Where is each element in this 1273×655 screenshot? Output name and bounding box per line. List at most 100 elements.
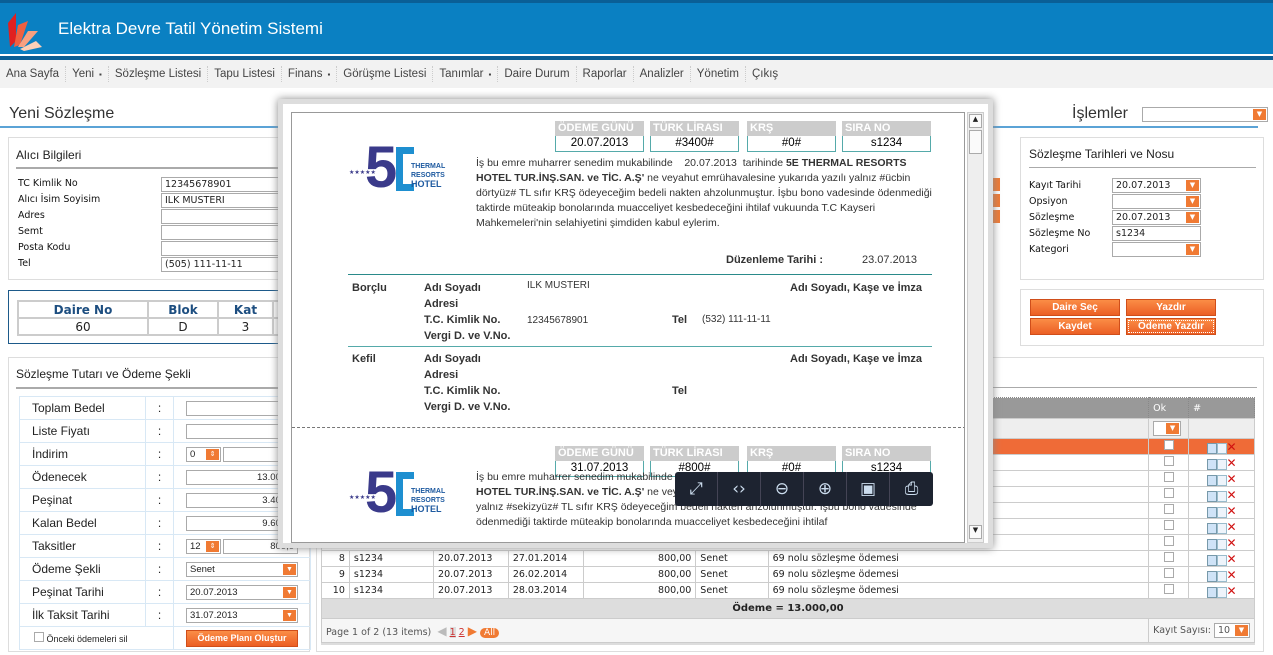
show-all-button[interactable]: All [480, 627, 500, 638]
spinner-icon[interactable]: ⇕ [206, 540, 219, 552]
menu-analizler[interactable]: Analizler [634, 66, 691, 82]
dates-field-input[interactable]: ▼ [1112, 242, 1201, 257]
zoom-in-icon[interactable]: ⊕ [804, 472, 847, 506]
ok-header[interactable]: Ok [1148, 397, 1190, 419]
document-icon[interactable] [1216, 570, 1227, 582]
ok-checkbox[interactable] [1163, 520, 1174, 530]
chevron-down-icon[interactable]: ▼ [1235, 625, 1248, 636]
select-input[interactable]: Senet ▼ [186, 561, 298, 577]
edit-icon[interactable] [1206, 506, 1217, 518]
menu-yonetim[interactable]: Yönetim [691, 66, 746, 82]
ok-checkbox[interactable] [1163, 440, 1174, 450]
edit-icon[interactable] [1206, 554, 1217, 566]
print-payment-button[interactable]: Ödeme Yazdır [1126, 318, 1216, 335]
dropdown-button[interactable] [993, 178, 1000, 191]
ok-checkbox[interactable] [1163, 504, 1174, 514]
select-unit-button[interactable]: Daire Seç [1030, 299, 1120, 316]
delete-icon[interactable]: ✕ [1227, 584, 1237, 598]
menu-tapu-listesi[interactable]: Tapu Listesi [208, 66, 282, 82]
print-button[interactable]: Yazdır [1126, 299, 1216, 316]
ok-checkbox[interactable] [1163, 552, 1174, 562]
edit-icon[interactable] [1206, 458, 1217, 470]
edit-icon[interactable] [1206, 586, 1217, 598]
document-icon[interactable] [1216, 554, 1227, 566]
ok-checkbox[interactable] [1163, 472, 1174, 482]
dropdown-button[interactable] [993, 194, 1000, 207]
menu-sozlesme-listesi[interactable]: Sözleşme Listesi [109, 66, 209, 82]
edit-icon[interactable] [1206, 538, 1217, 550]
ok-checkbox[interactable] [1163, 456, 1174, 466]
chevron-down-icon[interactable]: ▼ [283, 563, 296, 575]
chevron-down-icon[interactable]: ▼ [1186, 212, 1199, 223]
dates-field-input[interactable]: 20.07.2013 ▼ [1112, 178, 1201, 193]
spinner-icon[interactable]: ⇕ [206, 448, 219, 460]
save-button[interactable]: Kaydet [1030, 318, 1120, 335]
table-row[interactable]: 8 s1234 20.07.2013 27.01.2014 800,00 Senet 69 … [321, 550, 1255, 567]
menu-gorusme-listesi[interactable]: Görüşme Listesi [337, 66, 434, 82]
menu-daire-durum[interactable]: Daire Durum [498, 66, 577, 82]
document-icon[interactable] [1216, 474, 1227, 486]
ok-checkbox[interactable] [1163, 488, 1174, 498]
delete-icon[interactable]: ✕ [1227, 440, 1237, 454]
fit-width-icon[interactable]: ‹› [718, 472, 761, 506]
fit-page-icon[interactable]: ⤢ [675, 472, 718, 506]
page-2[interactable]: 2 [459, 627, 465, 638]
ok-checkbox[interactable] [1163, 536, 1174, 546]
edit-icon[interactable] [1206, 442, 1217, 454]
delete-icon[interactable]: ✕ [1227, 536, 1237, 550]
edit-icon[interactable] [1206, 522, 1217, 534]
create-plan-button[interactable]: Ödeme Planı Oluştur [186, 629, 298, 647]
ok-filter[interactable]: ▼ [1153, 421, 1182, 436]
menu-yeni[interactable]: Yeni ▪ [66, 66, 109, 82]
spin-input[interactable]: 0 ⇕ [186, 446, 221, 462]
delete-icon[interactable]: ✕ [1227, 488, 1237, 502]
dates-field-input[interactable]: 20.07.2013 ▼ [1112, 210, 1201, 225]
menu-finans[interactable]: Finans ▪ [282, 66, 338, 82]
dates-field-input[interactable]: s1234 [1112, 226, 1201, 241]
edit-icon[interactable] [1206, 490, 1217, 502]
delete-previous-checkbox[interactable] [34, 632, 44, 642]
delete-icon[interactable]: ✕ [1227, 456, 1237, 470]
chevron-down-icon[interactable]: ▼ [1186, 180, 1199, 191]
chevron-down-icon[interactable]: ▼ [1186, 244, 1199, 255]
menu-raporlar[interactable]: Raporlar [577, 66, 634, 82]
actions-select[interactable]: ▼ [1142, 107, 1268, 122]
scroll-down-icon[interactable]: ▼ [969, 525, 982, 539]
document-icon[interactable] [1216, 490, 1227, 502]
document-icon[interactable] [1216, 586, 1227, 598]
scroll-thumb[interactable] [969, 130, 982, 154]
menu-ana-sayfa[interactable]: Ana Sayfa [0, 66, 67, 82]
table-row[interactable]: 10 s1234 20.07.2013 28.03.2014 800,00 Senet 69… [321, 582, 1255, 599]
delete-icon[interactable]: ✕ [1227, 472, 1237, 486]
page-size-select[interactable]: 10 ▼ [1214, 623, 1250, 638]
chevron-down-icon[interactable]: ▼ [1166, 423, 1180, 434]
actions-header[interactable]: # [1188, 397, 1255, 419]
menu-cikis[interactable]: Çıkış [746, 66, 784, 82]
spin-input[interactable]: 12 ⇕ [186, 538, 221, 554]
ok-checkbox[interactable] [1163, 584, 1174, 594]
delete-icon[interactable]: ✕ [1227, 504, 1237, 518]
next-page-icon[interactable]: ▶ [468, 624, 477, 638]
delete-icon[interactable]: ✕ [1227, 520, 1237, 534]
dropdown-button[interactable] [993, 210, 1000, 223]
ok-checkbox[interactable] [1163, 568, 1174, 578]
dates-field-input[interactable]: ▼ [1112, 194, 1201, 209]
prev-page-icon[interactable]: ◀ [437, 624, 446, 638]
menu-tanimlar[interactable]: Tanımlar ▪ [433, 66, 499, 82]
select-input[interactable]: 31.07.2013 ▼ [186, 607, 298, 623]
page-1[interactable]: 1 [449, 626, 456, 638]
delete-icon[interactable]: ✕ [1227, 568, 1237, 582]
zoom-out-icon[interactable]: ⊖ [761, 472, 804, 506]
table-row[interactable]: 9 s1234 20.07.2013 26.02.2014 800,00 Senet 69 … [321, 566, 1255, 583]
delete-icon[interactable]: ✕ [1227, 552, 1237, 566]
select-input[interactable]: 20.07.2013 ▼ [186, 584, 298, 600]
chevron-down-icon[interactable]: ▼ [1186, 196, 1199, 207]
vertical-scrollbar[interactable]: ▲ ▼ [967, 112, 984, 543]
edit-icon[interactable] [1206, 474, 1217, 486]
chevron-down-icon[interactable]: ▼ [283, 609, 296, 621]
document-icon[interactable] [1216, 538, 1227, 550]
print-icon[interactable]: ⎙ [890, 472, 933, 506]
edit-icon[interactable] [1206, 570, 1217, 582]
document-icon[interactable] [1216, 442, 1227, 454]
save-icon[interactable]: ▣ [847, 472, 890, 506]
